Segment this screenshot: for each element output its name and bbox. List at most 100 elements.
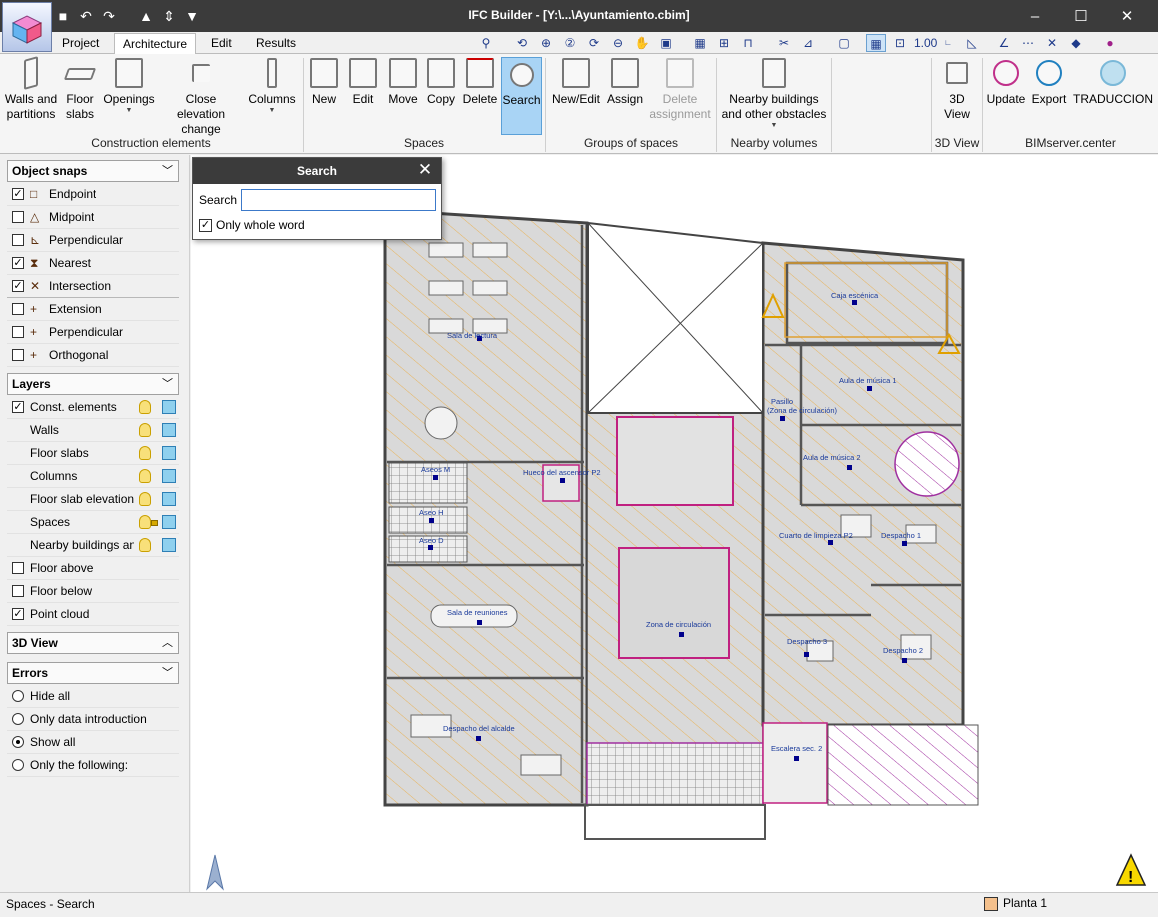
nearby-buildings-button[interactable]: Nearby buildings and other obstacles ▼ [718,58,830,130]
view-3d-panel-header[interactable]: 3D View ︿ [7,632,179,654]
dots-icon[interactable]: ✕ [1042,34,1062,52]
bulb-icon[interactable] [139,538,151,552]
measure-icon[interactable]: ∠ [994,34,1014,52]
space-search-button[interactable]: Search [501,57,542,135]
protractor-icon[interactable]: ⋯ [1018,34,1038,52]
space-copy-button[interactable]: Copy [423,58,459,107]
delete-assignment-button[interactable]: Delete assignment [646,58,714,122]
update-button[interactable]: Update [985,58,1027,107]
errors-radio[interactable] [12,713,24,725]
space-move-button[interactable]: Move [384,58,422,107]
layer-floor-slab-elevation[interactable]: Floor slab elevation [7,488,179,511]
floor-slabs-button[interactable]: Floor slabs [62,58,98,122]
layer-floor-below[interactable]: Floor below [7,580,179,603]
bulb-icon[interactable] [139,492,151,506]
axis-icon[interactable]: ▢ [834,34,854,52]
errors-only-data[interactable]: Only data introduction [7,708,179,731]
space-edit-button[interactable]: Edit [344,58,382,107]
layer-point-cloud[interactable]: ✓ Point cloud [7,603,179,626]
errors-show-all[interactable]: Show all [7,731,179,754]
dxf-icon[interactable]: ▦ [690,34,710,52]
magnet-icon[interactable]: ⊓ [738,34,758,52]
layer-floor-slabs[interactable]: Floor slabs [7,442,179,465]
zoom-2x-icon[interactable]: ② [560,34,580,52]
layer-checkbox[interactable] [12,585,24,597]
layer-const-elements[interactable]: ✓ Const. elements [7,396,179,419]
layer-checkbox[interactable]: ✓ [12,608,24,620]
floor-up-icon[interactable]: ▲ [138,8,154,24]
center-snap-icon[interactable]: 1.00 [914,34,937,52]
warning-icon[interactable]: ! [1115,853,1147,886]
tab-architecture[interactable]: Architecture [114,33,197,55]
square-snap-icon[interactable]: ▦ [866,34,886,52]
traduccion-button[interactable]: TRADUCCION [1071,58,1155,107]
globe-icon[interactable] [1128,34,1148,52]
snap-extension[interactable]: + Extension [7,298,179,321]
cube-3d-icon[interactable] [162,469,176,483]
bimserver-icon[interactable]: ● [1100,34,1120,52]
cube-3d-icon[interactable] [162,538,176,552]
snap-perpendicular-2[interactable]: + Perpendicular [7,321,179,344]
cube-3d-icon[interactable] [162,400,176,414]
clear-icon[interactable]: ◆ [1066,34,1086,52]
rotate-view-icon[interactable]: ⟲ [512,34,532,52]
scale-icon[interactable]: ∟ [938,34,958,52]
zoom-window-icon[interactable]: ⊕ [536,34,556,52]
minimize-button[interactable]: – [1012,6,1058,28]
floor-down-icon[interactable]: ▼ [184,8,200,24]
snap-checkbox[interactable]: ✓ [12,188,24,200]
binoculars-icon[interactable]: ⚲ [476,34,496,52]
layer-nearby-buildings[interactable]: Nearby buildings and [7,534,179,557]
grid-icon[interactable]: ⊞ [714,34,734,52]
snap-checkbox[interactable] [12,349,24,361]
grid-snap-icon[interactable]: ⊡ [890,34,910,52]
plan-canvas[interactable]: Sala de lectura Caja escénica Aula de mú… [191,155,1158,892]
group-new-edit-button[interactable]: New/Edit [548,58,604,107]
undo-icon[interactable]: ↶ [78,8,94,24]
bulb-icon[interactable] [139,423,151,437]
pan-icon[interactable]: ✋ [632,34,652,52]
layer-floor-above[interactable]: Floor above [7,557,179,580]
zoom-out-icon[interactable]: ⊖ [608,34,628,52]
snap-checkbox[interactable] [12,326,24,338]
snap-checkbox[interactable] [12,211,24,223]
layers-header[interactable]: Layers ﹀ [7,373,179,395]
current-floor[interactable]: Planta 1 [1003,896,1047,910]
cube-3d-icon[interactable] [162,423,176,437]
snap-checkbox[interactable]: ✓ [12,257,24,269]
close-icon[interactable]: ✕ [415,160,435,180]
bulb-icon[interactable] [139,515,151,529]
trim-icon[interactable]: ⊿ [798,34,818,52]
layer-checkbox[interactable]: ✓ [12,401,24,413]
bulb-icon[interactable] [139,446,151,460]
walls-partitions-button[interactable]: Walls and partitions [2,56,60,122]
space-delete-button[interactable]: Delete [461,58,499,107]
bulb-icon[interactable] [139,469,151,483]
snap-checkbox[interactable] [12,234,24,246]
errors-radio[interactable] [12,690,24,702]
floor-updown-icon[interactable]: ⇕ [161,8,177,24]
bulb-icon[interactable] [139,400,151,414]
object-snaps-header[interactable]: Object snaps ﹀ [7,160,179,182]
errors-radio[interactable] [12,759,24,771]
snap-orthogonal[interactable]: + Orthogonal [7,344,179,367]
snap-nearest[interactable]: ✓ ⧗ Nearest [7,252,179,275]
close-button[interactable]: ✕ [1104,6,1150,28]
save-icon[interactable]: ■ [55,8,71,24]
columns-button[interactable]: Columns ▼ [246,58,298,115]
errors-only-following[interactable]: Only the following: [7,754,179,777]
angle-icon[interactable]: ◺ [962,34,982,52]
tab-edit[interactable]: Edit [203,33,240,55]
space-new-button[interactable]: New [306,58,342,107]
redo-icon[interactable]: ↷ [101,8,117,24]
tab-project[interactable]: Project [54,33,107,55]
cube-3d-icon[interactable] [162,446,176,460]
errors-hide-all[interactable]: Hide all [7,685,179,708]
export-button[interactable]: Export [1029,58,1069,107]
snap-intersection[interactable]: ✓ ✕ Intersection [7,275,179,298]
snap-midpoint[interactable]: △ Midpoint [7,206,179,229]
maximize-button[interactable]: ☐ [1058,6,1104,28]
zoom-extents-icon[interactable]: ▣ [656,34,676,52]
cube-3d-icon[interactable] [162,492,176,506]
snap-checkbox[interactable]: ✓ [12,280,24,292]
